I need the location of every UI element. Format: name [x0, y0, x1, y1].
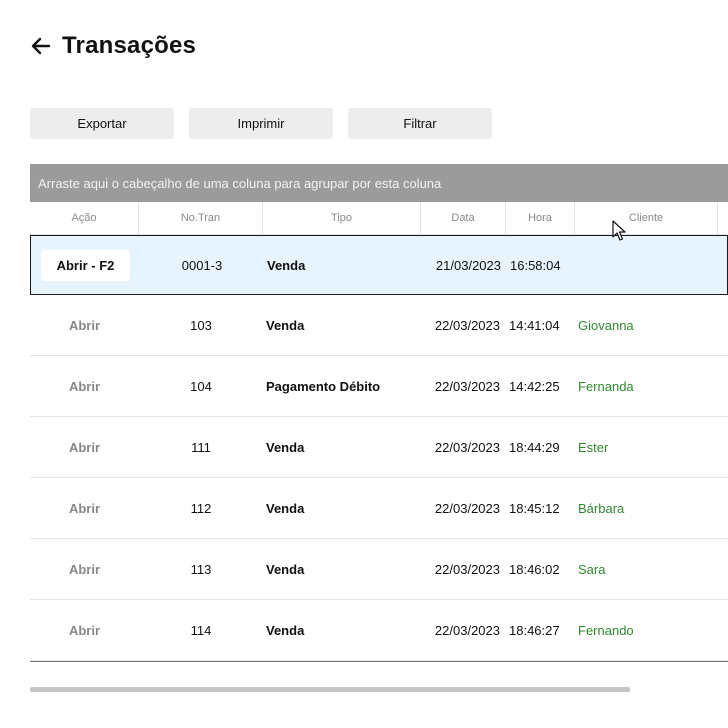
cliente-cell: Giovanna: [578, 317, 634, 333]
transactions-page: Transações Exportar Imprimir Filtrar Arr…: [0, 0, 728, 728]
table-row[interactable]: Abrir 103 Venda 22/03/2023 14:41:04 Giov…: [30, 295, 728, 356]
data-cell: 22/03/2023: [434, 622, 500, 638]
open-button[interactable]: Abrir - F2: [40, 249, 131, 281]
action-cell: Abrir: [30, 501, 139, 516]
tipo-cell: Pagamento Débito: [266, 378, 381, 394]
column-header-no-tran[interactable]: No.Tran: [139, 202, 263, 234]
filter-button[interactable]: Filtrar: [348, 108, 492, 139]
page-title: Transações: [62, 32, 197, 59]
cliente-cell: Fernanda: [578, 378, 634, 394]
hora-cell: 16:58:04: [510, 257, 561, 273]
action-cell: Abrir: [30, 318, 139, 333]
hora-cell: 14:41:04: [509, 317, 560, 333]
data-cell: 22/03/2023: [434, 561, 500, 577]
no-tran-cell: 112: [190, 500, 212, 516]
action-cell: Abrir - F2: [31, 249, 140, 281]
no-tran-cell: 111: [191, 439, 211, 455]
column-header-cliente[interactable]: Cliente: [575, 202, 718, 234]
tipo-cell: Venda: [266, 561, 305, 577]
data-cell: 22/03/2023: [434, 500, 500, 516]
hora-cell: 18:46:02: [509, 561, 560, 577]
no-tran-cell: 103: [190, 317, 212, 333]
open-link[interactable]: Abrir: [69, 562, 100, 577]
table-row-selected[interactable]: Abrir - F2 0001-3 Venda 21/03/2023 16:58…: [30, 235, 728, 295]
data-cell: 22/03/2023: [434, 439, 500, 455]
no-tran-cell: 114: [190, 622, 212, 638]
data-cell: 22/03/2023: [434, 378, 500, 394]
tipo-cell: Venda: [266, 317, 305, 333]
action-cell: Abrir: [30, 379, 139, 394]
print-button[interactable]: Imprimir: [189, 108, 333, 139]
tipo-cell: Venda: [267, 257, 306, 273]
no-tran-cell: 104: [190, 378, 212, 394]
group-by-panel[interactable]: Arraste aqui o cabeçalho de uma coluna p…: [30, 164, 728, 202]
no-tran-cell: 0001-3: [181, 257, 223, 273]
action-cell: Abrir: [30, 623, 139, 638]
open-link[interactable]: Abrir: [69, 379, 100, 394]
tipo-cell: Venda: [266, 500, 305, 516]
no-tran-cell: 113: [190, 561, 212, 577]
column-header-hora[interactable]: Hora: [506, 202, 575, 234]
hora-cell: 18:45:12: [509, 500, 560, 516]
table-row[interactable]: Abrir 111 Venda 22/03/2023 18:44:29 Este…: [30, 417, 728, 478]
data-cell: 22/03/2023: [434, 317, 500, 333]
export-button[interactable]: Exportar: [30, 108, 174, 139]
cliente-cell: Ester: [578, 439, 609, 455]
data-cell: 21/03/2023: [435, 257, 501, 273]
cliente-cell: Fernando: [578, 622, 634, 638]
cliente-cell: Bárbara: [578, 500, 625, 516]
table-row[interactable]: Abrir 113 Venda 22/03/2023 18:46:02 Sara: [30, 539, 728, 600]
column-header-overflow: [718, 202, 728, 234]
column-header-tipo[interactable]: Tipo: [263, 202, 421, 234]
table-row[interactable]: Abrir 112 Venda 22/03/2023 18:45:12 Bárb…: [30, 478, 728, 539]
cliente-cell: Sara: [578, 561, 606, 577]
table-row[interactable]: Abrir 104 Pagamento Débito 22/03/2023 14…: [30, 356, 728, 417]
hora-cell: 18:44:29: [509, 439, 560, 455]
grid-bottom-divider: [30, 661, 728, 662]
action-cell: Abrir: [30, 562, 139, 577]
mouse-pointer-icon: [612, 220, 628, 242]
hora-cell: 18:46:27: [509, 622, 560, 638]
open-link[interactable]: Abrir: [69, 623, 100, 638]
hora-cell: 14:42:25: [509, 378, 560, 394]
tipo-cell: Venda: [266, 622, 305, 638]
open-link[interactable]: Abrir: [69, 440, 100, 455]
tipo-cell: Venda: [266, 439, 305, 455]
column-header-acao[interactable]: Ação: [30, 202, 139, 234]
horizontal-scrollbar[interactable]: [30, 687, 630, 692]
title-row: Transações: [30, 32, 196, 60]
column-header-data[interactable]: Data: [421, 202, 506, 234]
action-cell: Abrir: [30, 440, 139, 455]
open-link[interactable]: Abrir: [69, 318, 100, 333]
table-row[interactable]: Abrir 114 Venda 22/03/2023 18:46:27 Fern…: [30, 600, 728, 661]
arrow-left-icon[interactable]: [30, 35, 52, 57]
toolbar: Exportar Imprimir Filtrar: [30, 108, 492, 139]
open-link[interactable]: Abrir: [69, 501, 100, 516]
